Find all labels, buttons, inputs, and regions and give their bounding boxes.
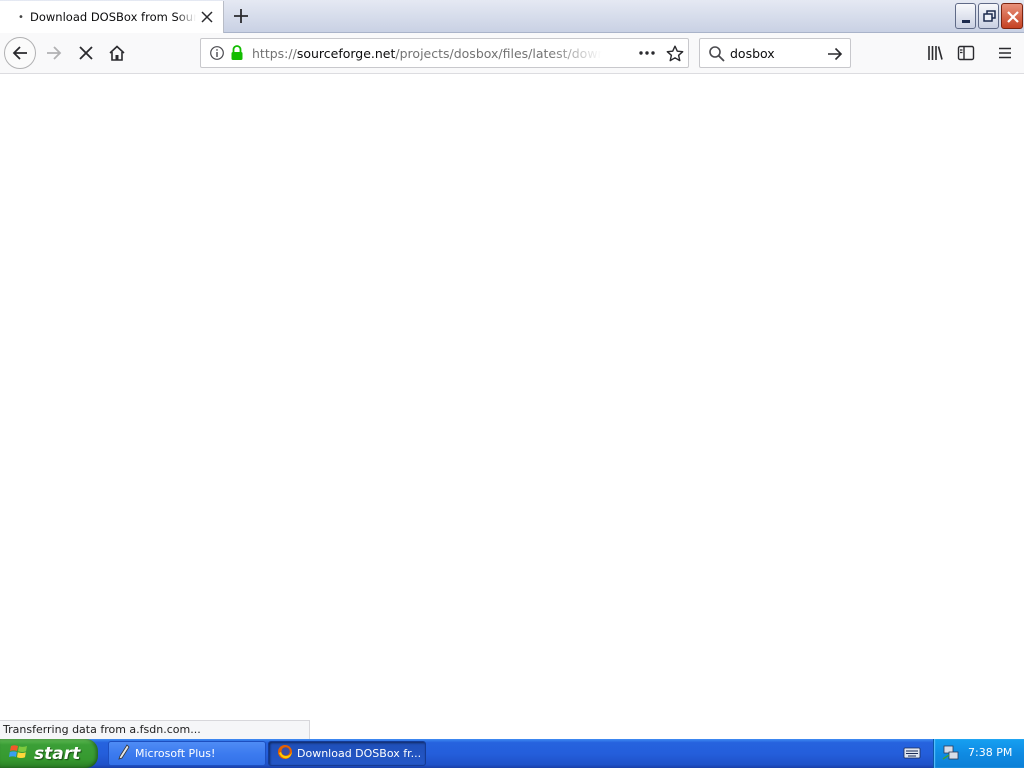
open-menu-button[interactable] xyxy=(992,39,1018,67)
windows-flag-icon xyxy=(9,743,29,764)
navigation-toolbar: https://sourceforge.net/projects/dosbox/… xyxy=(0,33,1024,74)
search-go-arrow-icon[interactable] xyxy=(826,45,844,66)
status-bar: Transferring data from a.fsdn.com... xyxy=(0,720,310,739)
sidebar-toggle-button[interactable] xyxy=(953,39,979,67)
arrow-right-icon xyxy=(47,46,62,60)
library-button[interactable] xyxy=(922,39,948,67)
new-tab-button[interactable] xyxy=(229,5,253,27)
url-path: /projects/dosbox/files/latest/download xyxy=(395,46,602,61)
pen-icon xyxy=(117,744,131,763)
search-input[interactable] xyxy=(730,45,820,62)
tab-loading-indicator: • xyxy=(18,11,24,23)
search-icon xyxy=(708,45,726,66)
forward-button[interactable] xyxy=(40,39,68,67)
taskbar-button-download-dosbox[interactable]: Download DOSBox fr... xyxy=(268,741,426,766)
restore-icon xyxy=(983,10,996,22)
minimize-button[interactable] xyxy=(955,3,976,29)
library-icon xyxy=(928,46,943,60)
taskbar-button-microsoft-plus[interactable]: Microsoft Plus! xyxy=(108,741,266,766)
url-text[interactable]: https://sourceforge.net/projects/dosbox/… xyxy=(252,46,602,62)
arrow-left-icon xyxy=(12,46,27,60)
close-tab-icon[interactable] xyxy=(198,8,216,26)
network-icon[interactable] xyxy=(942,745,960,764)
page-actions-icon[interactable] xyxy=(637,45,657,61)
stop-button[interactable] xyxy=(72,39,100,67)
restore-button[interactable] xyxy=(978,3,999,29)
search-bar[interactable] xyxy=(699,38,851,68)
stop-icon xyxy=(79,46,93,60)
lock-icon[interactable] xyxy=(230,44,244,65)
url-host: sourceforge.net xyxy=(296,46,396,61)
url-scheme: https:// xyxy=(252,46,297,61)
hamburger-menu-icon xyxy=(999,47,1011,59)
start-label: start xyxy=(34,743,81,764)
taskbar-button-label: Microsoft Plus! xyxy=(135,747,216,760)
clock[interactable]: 7:38 PM xyxy=(968,746,1012,759)
page-content-area xyxy=(0,75,1024,738)
back-button[interactable] xyxy=(4,37,36,69)
windows-taskbar: start Microsoft Plus! Download DOSBox fr… xyxy=(0,739,1024,768)
home-button[interactable] xyxy=(103,39,131,67)
taskbar-button-label: Download DOSBox fr... xyxy=(297,747,422,760)
start-button[interactable]: start xyxy=(0,739,98,768)
close-icon xyxy=(1007,11,1019,23)
bookmark-star-icon[interactable] xyxy=(665,44,685,64)
url-bar[interactable]: https://sourceforge.net/projects/dosbox/… xyxy=(200,38,689,68)
home-icon xyxy=(109,45,125,61)
minimize-icon xyxy=(962,20,970,23)
close-window-button[interactable] xyxy=(1001,3,1023,29)
tab-strip: • Download DOSBox from SourceForge.net xyxy=(0,0,1024,33)
plus-icon xyxy=(234,9,248,23)
info-icon[interactable] xyxy=(209,45,225,64)
system-tray: 7:38 PM xyxy=(933,739,1024,768)
sidebar-icon xyxy=(957,45,975,61)
tab-title: Download DOSBox from SourceForge.net xyxy=(30,10,196,24)
tab-download-dosbox[interactable]: • Download DOSBox from SourceForge.net xyxy=(0,1,224,33)
firefox-icon xyxy=(277,744,293,763)
keyboard-language-icon[interactable] xyxy=(903,746,921,763)
